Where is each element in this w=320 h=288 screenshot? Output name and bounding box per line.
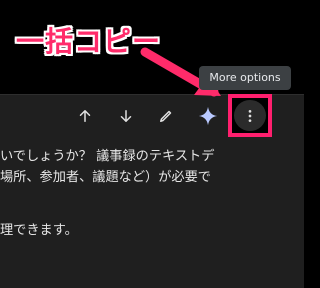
more-options-icon <box>248 109 252 122</box>
more-options-tooltip: More options <box>199 66 291 90</box>
sparkle-icon <box>198 106 218 126</box>
more-options-button[interactable] <box>234 100 266 131</box>
sparkle-button[interactable] <box>195 103 221 129</box>
edit-button[interactable] <box>153 103 179 129</box>
pencil-icon <box>160 110 172 122</box>
thumbs-up-button[interactable] <box>72 103 98 129</box>
response-text-line-2: 場所、参加者、議題など）が必要で <box>0 170 211 185</box>
arrow-down-icon <box>120 110 132 122</box>
arrow-up-icon <box>79 110 91 122</box>
response-text-line-1: いでしょうか？ 議事録のテキストデ <box>0 149 215 164</box>
callout-label: 一括コピー <box>16 25 162 58</box>
thumbs-down-button[interactable] <box>113 103 139 129</box>
response-text-line-3: 理できます。 <box>0 223 78 238</box>
